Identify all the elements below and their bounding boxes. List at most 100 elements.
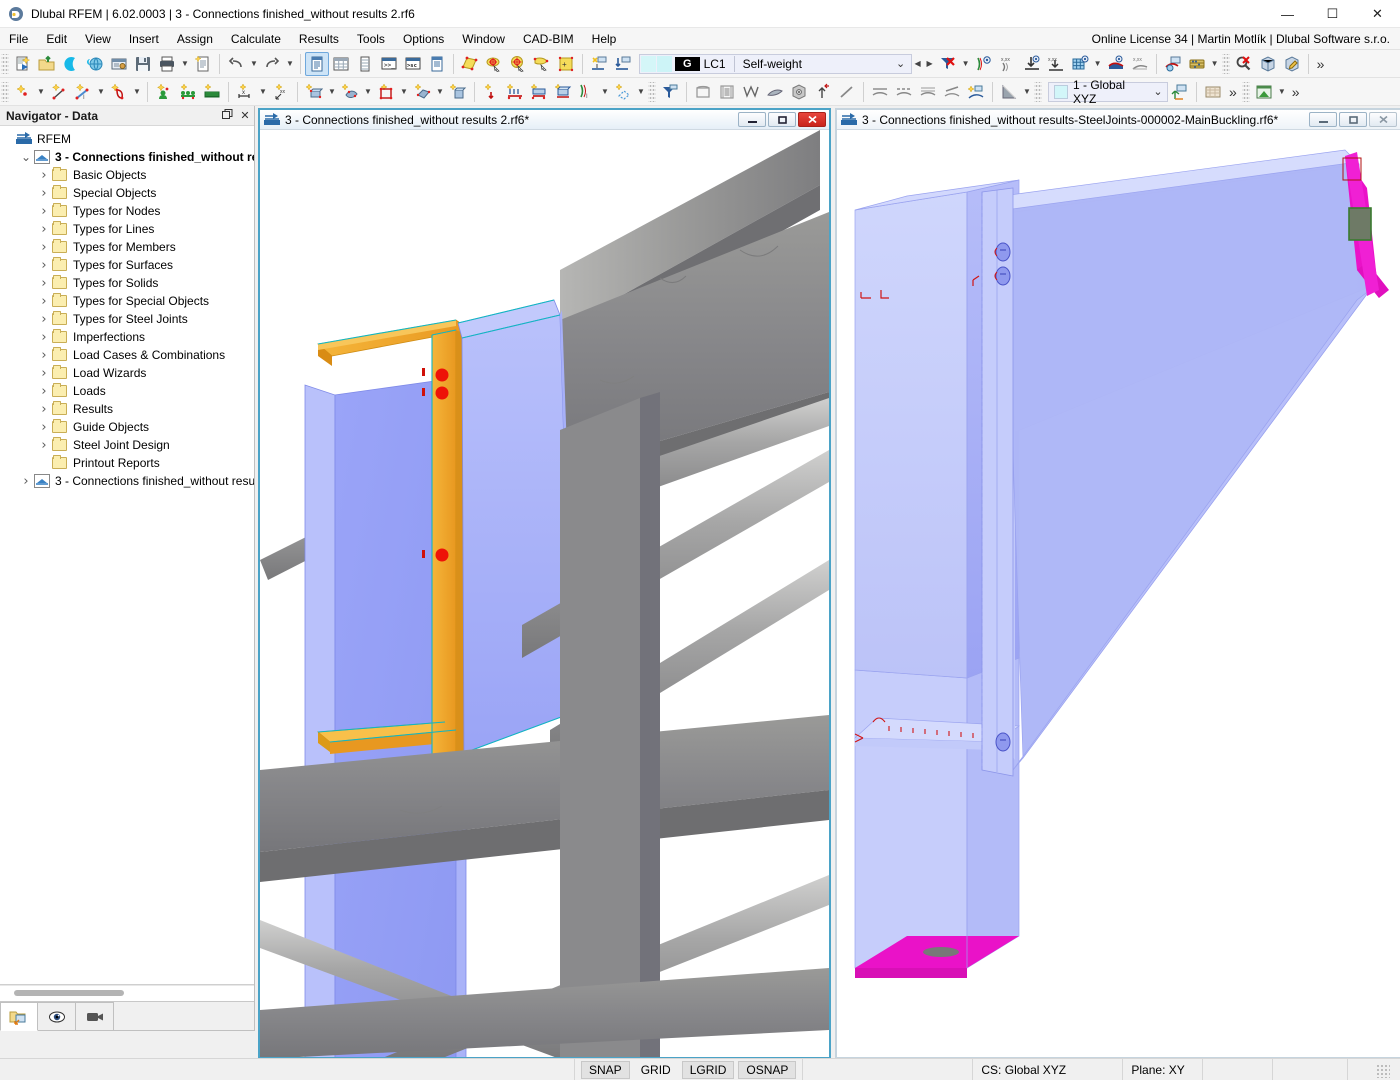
coordinate-system-selector[interactable]: 1 - Global XYZ ⌄ (1048, 82, 1168, 102)
chevron-down-icon[interactable]: ⌄ (18, 152, 34, 162)
toolbar2-grip-2-icon[interactable] (648, 82, 656, 102)
insert-member-icon[interactable]: I (71, 80, 95, 104)
status-toggle-osnap[interactable]: OSNAP (738, 1061, 796, 1079)
view-rotate-icon[interactable] (811, 80, 835, 104)
redo-icon[interactable] (260, 52, 284, 76)
menu-item-edit[interactable]: Edit (37, 29, 76, 49)
select-special-icon[interactable] (482, 52, 506, 76)
show-reaction-icon[interactable]: x,xx (1044, 52, 1068, 76)
report-panel-icon[interactable] (425, 52, 449, 76)
minimize-button[interactable]: — (1265, 0, 1310, 28)
tree-item-basic-objects[interactable]: ›Basic Objects (0, 166, 254, 184)
tree-item-types-for-lines[interactable]: ›Types for Lines (0, 220, 254, 238)
calculation-icon[interactable] (1185, 52, 1209, 76)
chevron-right-icon[interactable]: › (36, 330, 52, 345)
tree-item-types-for-solids[interactable]: ›Types for Solids (0, 274, 254, 292)
tree-item-types-for-nodes[interactable]: ›Types for Nodes (0, 202, 254, 220)
tree-item-3-connections-finished-without-results[interactable]: ›3 - Connections finished_without result… (0, 472, 254, 490)
work-plane-icon[interactable] (1201, 80, 1225, 104)
show-support-icon[interactable] (1020, 52, 1044, 76)
deform-line-1-icon[interactable] (868, 80, 892, 104)
chevron-right-icon[interactable]: › (36, 384, 52, 399)
chevron-right-icon[interactable]: › (36, 420, 52, 435)
maximize-button[interactable]: ☐ (1310, 0, 1355, 28)
model-properties-icon[interactable] (107, 52, 131, 76)
insert-member-load-icon[interactable] (503, 80, 527, 104)
document-titlebar-right[interactable]: 3 - Connections finished_without results… (837, 110, 1400, 130)
status-resize-grip[interactable] (1348, 1059, 1400, 1080)
result-section-icon[interactable] (1161, 52, 1185, 76)
navigator-data-icon[interactable] (305, 52, 329, 76)
next-loadcase-icon[interactable]: ▶ (924, 52, 936, 76)
chevron-right-icon[interactable]: › (36, 186, 52, 201)
status-toggle-grid[interactable]: GRID (634, 1062, 678, 1078)
result-grid-dropdown-arrow-icon[interactable]: ▼ (1092, 52, 1104, 76)
insert-node-icon[interactable] (11, 80, 35, 104)
select-circle-icon[interactable] (506, 52, 530, 76)
insert-solid-set-icon[interactable] (446, 80, 470, 104)
menu-item-view[interactable]: View (76, 29, 120, 49)
resize-grip-icon[interactable] (1376, 1064, 1390, 1078)
console-icon[interactable]: >>_ (377, 52, 401, 76)
doc-restore-button-left[interactable] (768, 112, 796, 127)
load-case-selector[interactable]: G LC1 Self-weight ⌄ (639, 54, 912, 74)
result-grid-icon[interactable] (1068, 52, 1092, 76)
doc-close-button-left[interactable] (798, 112, 826, 127)
navigator-hscroll-thumb[interactable] (14, 990, 124, 996)
chevron-right-icon[interactable]: › (36, 204, 52, 219)
delete-results-icon[interactable] (936, 52, 960, 76)
insert-label-icon[interactable]: xx (269, 80, 293, 104)
insert-opening-icon[interactable] (374, 80, 398, 104)
chevron-right-icon[interactable]: › (36, 294, 52, 309)
doc-close-button-right[interactable] (1369, 112, 1397, 127)
close-icon[interactable]: ✕ (236, 109, 254, 122)
chevron-right-icon[interactable]: › (36, 348, 52, 363)
show-deformation-icon[interactable] (587, 52, 611, 76)
render-solid-icon[interactable] (1256, 52, 1280, 76)
chevron-right-icon[interactable]: › (36, 438, 52, 453)
chevron-down-icon[interactable]: ⌄ (1149, 85, 1167, 98)
print-icon[interactable] (155, 52, 179, 76)
tab-data[interactable] (0, 1002, 38, 1031)
prev-loadcase-icon[interactable]: ◀ (912, 52, 924, 76)
menu-item-window[interactable]: Window (453, 29, 514, 49)
status-cs[interactable]: CS: Global XYZ (973, 1059, 1123, 1080)
new-model-icon[interactable] (11, 52, 35, 76)
chevron-right-icon[interactable]: › (36, 240, 52, 255)
tree-item-imperfections[interactable]: ›Imperfections (0, 328, 254, 346)
close-model-icon[interactable] (59, 52, 83, 76)
status-plane[interactable]: Plane: XY (1123, 1059, 1203, 1080)
zoom-reset-icon[interactable] (1232, 52, 1256, 76)
toolbar2-overflow-button-2[interactable]: » (1288, 84, 1304, 100)
close-button[interactable]: ✕ (1355, 0, 1400, 28)
menu-item-assign[interactable]: Assign (168, 29, 222, 49)
chevron-right-icon[interactable]: › (36, 222, 52, 237)
tree-item-types-for-steel-joints[interactable]: ›Types for Steel Joints (0, 310, 254, 328)
tree-item-steel-joint-design[interactable]: ›Steel Joint Design (0, 436, 254, 454)
chevron-right-icon[interactable]: › (36, 402, 52, 417)
insert-imperfection-icon[interactable] (611, 80, 635, 104)
select-objects-icon[interactable] (458, 52, 482, 76)
menu-item-insert[interactable]: Insert (120, 29, 168, 49)
load-display-icon[interactable] (611, 52, 635, 76)
insert-surface-dropdown-arrow-icon[interactable]: ▼ (131, 80, 143, 104)
chevron-right-icon[interactable]: › (36, 312, 52, 327)
calculation-dropdown-arrow-icon[interactable]: ▼ (1209, 52, 1221, 76)
insert-surface-load-icon[interactable] (527, 80, 551, 104)
undock-icon[interactable] (218, 109, 236, 123)
menu-item-results[interactable]: Results (290, 29, 348, 49)
smoothing-icon[interactable]: x,xx (1128, 52, 1152, 76)
deform-hatch-icon[interactable] (940, 80, 964, 104)
tree-item-loads[interactable]: ›Loads (0, 382, 254, 400)
status-toggle-lgrid[interactable]: LGRID (682, 1061, 735, 1079)
table-list-icon[interactable] (353, 52, 377, 76)
insert-imperfection-dropdown-arrow-icon[interactable]: ▼ (635, 80, 647, 104)
insert-solid-dropdown-arrow-icon[interactable]: ▼ (326, 80, 338, 104)
insert-solid-load-icon[interactable] (551, 80, 575, 104)
insert-free-load-dropdown-arrow-icon[interactable]: ▼ (599, 80, 611, 104)
results-numeric-icon[interactable]: x,xx (996, 52, 1020, 76)
viewport-left-3d[interactable] (260, 130, 829, 1057)
insert-line-support-icon[interactable] (176, 80, 200, 104)
viewport-right-3d[interactable] (837, 130, 1400, 1057)
view-line-icon[interactable] (835, 80, 859, 104)
